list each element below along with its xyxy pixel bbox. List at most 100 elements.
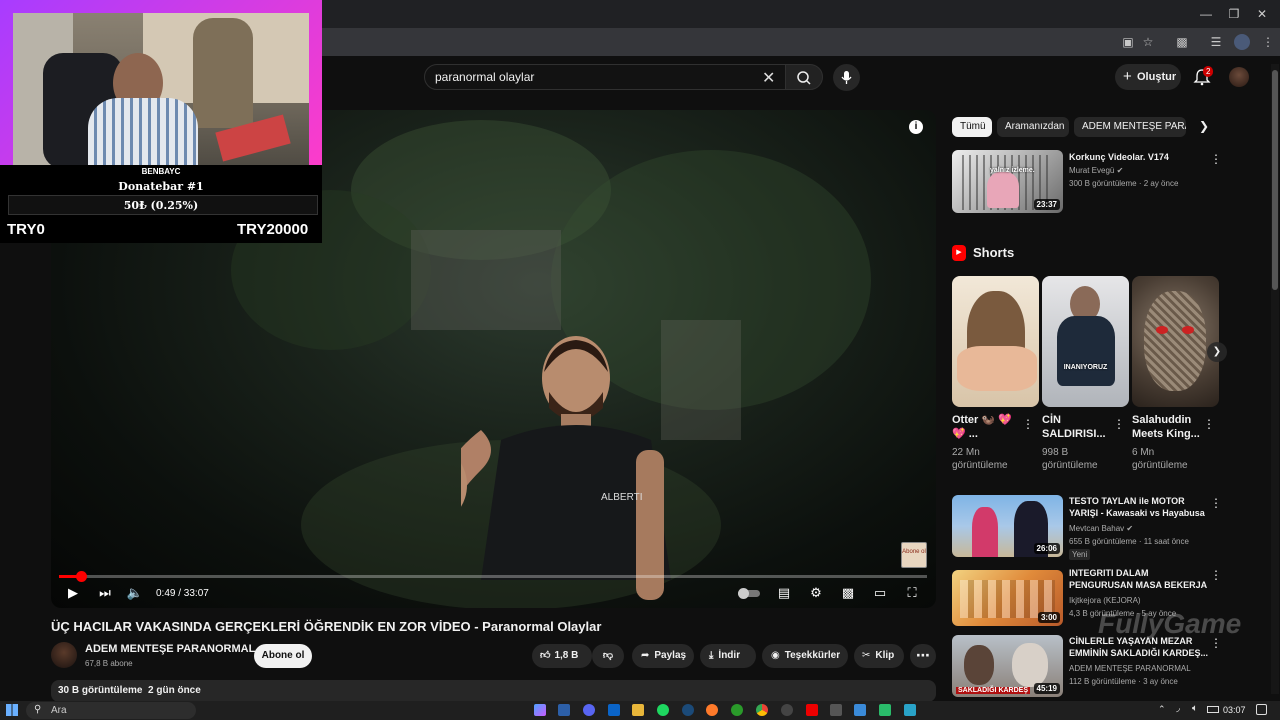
kebab-menu-icon[interactable]: ⋮ xyxy=(1022,417,1034,431)
chrome-icon[interactable] xyxy=(756,704,768,716)
chip-next-chevron-icon[interactable]: ❯ xyxy=(1199,119,1209,133)
recommended-channel[interactable]: Murat Evegü ✔ xyxy=(1069,165,1219,177)
taskbar-clock[interactable]: 03:07 xyxy=(1223,705,1246,715)
discord-icon[interactable] xyxy=(583,704,595,716)
settings-gear-icon[interactable]: ⚙ xyxy=(807,585,825,601)
search-icon: ⚲ xyxy=(34,704,42,715)
recommended-thumbnail[interactable]: yalnız izleme. 23:37 xyxy=(952,150,1063,213)
taskbar-search[interactable]: ⚲ Ara xyxy=(26,702,196,719)
spotify-icon[interactable] xyxy=(657,704,669,716)
notification-center-icon[interactable] xyxy=(1256,704,1267,715)
play-icon[interactable]: ▶ xyxy=(64,585,82,601)
cast-icon[interactable]: ▣ xyxy=(1120,34,1136,50)
autoplay-toggle[interactable] xyxy=(738,588,760,599)
app-icon[interactable] xyxy=(879,704,891,716)
dislike-button[interactable]: 👎︎ xyxy=(592,644,624,668)
chip-all[interactable]: Tümü xyxy=(952,117,992,137)
progress-bar[interactable] xyxy=(59,571,927,582)
info-icon[interactable]: i xyxy=(909,120,923,134)
browser-menu-icon[interactable]: ⋮ xyxy=(1260,34,1276,50)
short-title[interactable]: Salahuddin Meets King... xyxy=(1132,413,1202,441)
restore-icon[interactable]: ❐ xyxy=(1224,6,1244,22)
voice-search-button[interactable] xyxy=(833,64,860,91)
notifications-button[interactable]: 2 xyxy=(1193,66,1214,86)
chip-channel[interactable]: ADEM MENTEŞE PARAN xyxy=(1074,117,1186,137)
search-input[interactable]: paranormal olaylar xyxy=(424,64,786,90)
recommended-thumbnail[interactable]: 3:00 xyxy=(952,570,1063,626)
chip-from-search[interactable]: Aramanızdan xyxy=(997,117,1069,137)
kebab-menu-icon[interactable]: ⋮ xyxy=(1113,417,1125,431)
short-thumbnail[interactable] xyxy=(1132,276,1219,407)
folder-icon[interactable] xyxy=(854,704,866,716)
clip-button[interactable]: ✂ Klip xyxy=(854,644,904,668)
scissors-icon: ✂ xyxy=(862,650,871,661)
recommended-title[interactable]: Korkunç Videolar. V174 xyxy=(1069,151,1209,163)
like-button[interactable]: 👍︎ 1,8 B xyxy=(532,644,592,668)
download-icon: ⤓ xyxy=(709,650,714,661)
firefox-icon[interactable] xyxy=(706,704,718,716)
share-button[interactable]: ➦ Paylaş xyxy=(632,644,694,668)
recommended-title[interactable]: INTEGRITI DALAM PENGURUSAN MASA BEKERJA xyxy=(1069,567,1209,591)
video-title: ÜÇ HACILAR VAKASINDA GERÇEKLERİ ÖĞRENDİK… xyxy=(51,619,602,634)
theater-mode-icon[interactable]: ▭ xyxy=(871,585,889,601)
recommended-thumbnail[interactable]: 26:06 xyxy=(952,495,1063,557)
recommended-channel[interactable]: Ikjtkejora (KEJORA) xyxy=(1069,595,1219,607)
bookmark-star-icon[interactable]: ☆ xyxy=(1140,34,1156,50)
widgets-icon[interactable] xyxy=(558,704,570,716)
reading-list-icon[interactable]: ☰ xyxy=(1208,34,1224,50)
recommended-meta: 112 B görüntüleme · 3 ay önce xyxy=(1069,677,1178,686)
battery-icon[interactable] xyxy=(1207,706,1219,713)
subscribe-button[interactable]: Abone ol xyxy=(254,644,312,668)
youtube-app-icon[interactable] xyxy=(806,704,818,716)
kebab-menu-icon[interactable]: ⋮ xyxy=(1210,496,1222,510)
thumbnail-caption: yalnız izleme. xyxy=(990,167,1035,174)
description-box[interactable]: 30 B görüntüleme 2 gün önce xyxy=(51,680,936,702)
subtitles-icon[interactable]: ▤ xyxy=(775,585,793,601)
outlook-icon[interactable] xyxy=(608,704,620,716)
close-window-icon[interactable]: ✕ xyxy=(1252,6,1272,22)
more-actions-button[interactable]: ⋯ xyxy=(910,644,936,668)
recommended-channel[interactable]: ADEM MENTEŞE PARANORMAL xyxy=(1069,663,1219,675)
app-icon[interactable] xyxy=(830,704,842,716)
search-button[interactable] xyxy=(785,64,823,90)
video-duration: 26:06 xyxy=(1033,543,1060,554)
create-button[interactable]: + Oluştur xyxy=(1115,64,1181,90)
thanks-button[interactable]: ◉ Teşekkürler xyxy=(762,644,848,668)
copilot-icon[interactable] xyxy=(534,704,546,716)
extensions-icon[interactable]: ▩ xyxy=(1174,34,1190,50)
recommended-thumbnail[interactable]: SAKLADIĞI KARDEŞ 45:19 xyxy=(952,635,1063,697)
short-title[interactable]: Otter 🦦 💖 💖 ... xyxy=(952,413,1022,441)
progress-scrubber[interactable] xyxy=(76,571,87,582)
steam-icon[interactable] xyxy=(682,704,694,716)
volume-tray-icon[interactable]: 🔈︎ xyxy=(1192,703,1198,714)
kebab-menu-icon[interactable]: ⋮ xyxy=(1210,568,1222,582)
xbox-icon[interactable] xyxy=(731,704,743,716)
tray-chevron-icon[interactable]: ⌃ xyxy=(1158,704,1166,715)
channel-subscribe-watermark[interactable]: Abone ol xyxy=(901,542,927,568)
fullscreen-icon[interactable]: ⛶ xyxy=(903,585,921,601)
channel-avatar[interactable] xyxy=(51,642,77,668)
profile-avatar-icon[interactable] xyxy=(1234,34,1250,50)
download-button[interactable]: ⤓ İndir xyxy=(700,644,756,668)
short-thumbnail[interactable]: INANIYORUZ xyxy=(1042,276,1129,407)
app-icon[interactable] xyxy=(904,704,916,716)
miniplayer-icon[interactable]: ▩ xyxy=(839,585,857,601)
wifi-icon[interactable]: ◞ xyxy=(1176,703,1180,714)
explorer-icon[interactable] xyxy=(632,704,644,716)
recommended-title[interactable]: TESTO TAYLAN ile MOTOR YARIŞI - Kawasaki… xyxy=(1069,495,1209,519)
account-avatar[interactable] xyxy=(1229,67,1249,87)
recommended-channel[interactable]: Mevtcan Bahav ✔ xyxy=(1069,523,1219,535)
clock-app-icon[interactable] xyxy=(781,704,793,716)
volume-icon[interactable]: 🔈 xyxy=(126,585,144,601)
kebab-menu-icon[interactable]: ⋮ xyxy=(1210,152,1222,166)
minimize-icon[interactable]: — xyxy=(1196,6,1216,22)
short-thumbnail[interactable] xyxy=(952,276,1039,407)
shorts-next-chevron-icon[interactable]: ❯ xyxy=(1207,342,1227,362)
start-windows-icon[interactable] xyxy=(6,704,18,716)
short-title[interactable]: CİN SALDIRISI... xyxy=(1042,413,1112,441)
clear-search-icon[interactable]: ✕ xyxy=(762,68,775,88)
page-scrollbar-thumb[interactable] xyxy=(1272,70,1278,290)
next-video-icon[interactable]: ⏭ xyxy=(96,585,114,601)
kebab-menu-icon[interactable]: ⋮ xyxy=(1203,417,1215,431)
channel-name[interactable]: ADEM MENTEŞE PARANORMAL xyxy=(85,643,255,655)
